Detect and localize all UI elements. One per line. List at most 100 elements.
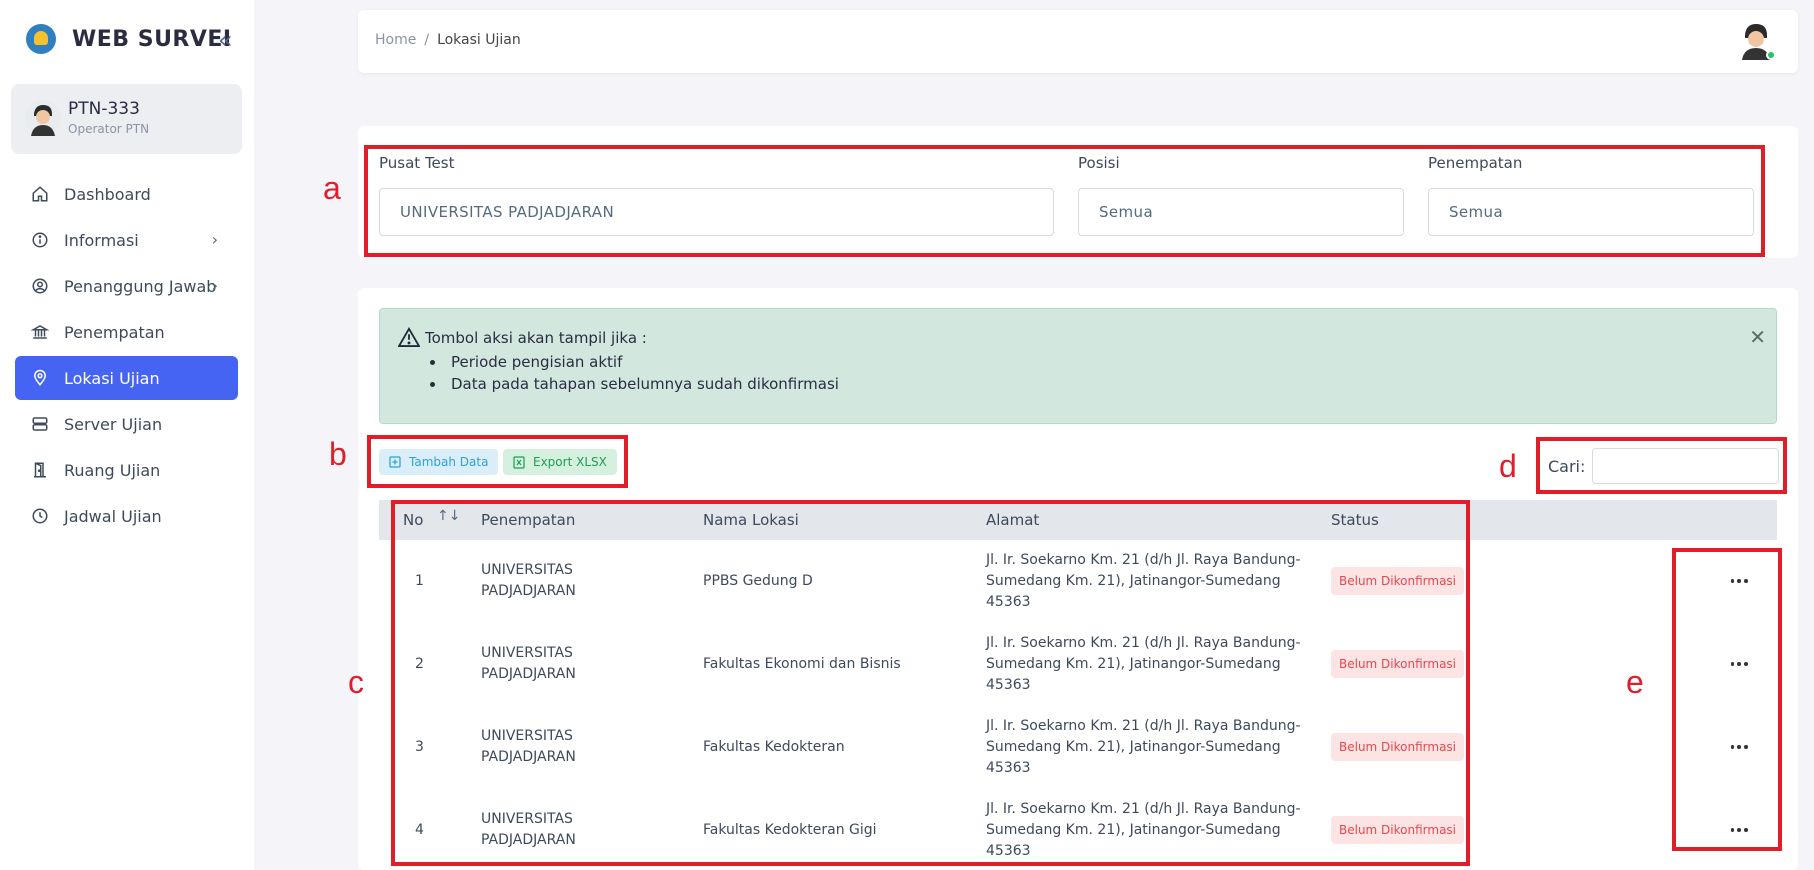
sidebar-item-label: Lokasi Ujian (64, 368, 160, 388)
status-badge: Belum Dikonfirmasi (1331, 816, 1465, 844)
user-name: PTN-333 (68, 99, 140, 119)
sidebar-item-lokasi-ujian[interactable]: Lokasi Ujian (15, 356, 238, 400)
sidebar-item-label: Informasi (64, 230, 139, 250)
online-status-dot (1766, 50, 1776, 60)
add-data-button[interactable]: Tambah Data (379, 449, 499, 475)
top-navbar: Home / Lokasi Ujian (358, 10, 1798, 73)
breadcrumb: Home / Lokasi Ujian (375, 32, 521, 48)
cell-nama-lokasi: Fakultas Kedokteran Gigi (703, 822, 877, 838)
list-item: Data pada tahapan sebelumnya sudah dikon… (430, 373, 839, 395)
sidebar-item-informasi[interactable]: Informasi › (15, 218, 238, 262)
table-row: 1 UNIVERSITAS PADJADJARAN PPBS Gedung D … (379, 540, 1777, 623)
cell-alamat-line: Jl. Ir. Soekarno Km. 21 (d/h Jl. Raya Ba… (986, 635, 1301, 651)
add-data-label: Tambah Data (409, 455, 489, 469)
home-icon (30, 184, 50, 204)
filter-pusat-test: Pusat Test UNIVERSITAS PADJADJARAN (379, 154, 1054, 236)
sidebar-item-label: Penanggung Jawab (64, 276, 217, 296)
double-chevron-left-icon[interactable]: « (218, 26, 233, 54)
breadcrumb-current: Lokasi Ujian (437, 32, 521, 48)
cell-penempatan-line: UNIVERSITAS (481, 562, 573, 578)
search-label: Cari: (1548, 456, 1586, 476)
more-actions-icon[interactable] (1729, 745, 1749, 749)
cell-penempatan-line: UNIVERSITAS (481, 811, 573, 827)
cell-alamat-line: 45363 (986, 843, 1031, 859)
cell-nama-lokasi: PPBS Gedung D (703, 573, 813, 589)
cell-no: 4 (415, 822, 424, 838)
filter-posisi: Posisi Semua (1078, 154, 1404, 236)
table-header: No ↑↓ Penempatan Nama Lokasi Alamat Stat… (379, 500, 1777, 540)
filter-label: Pusat Test (379, 154, 455, 172)
penempatan-select[interactable]: Semua (1428, 188, 1754, 236)
server-icon (30, 414, 50, 434)
sidebar-item-label: Jadwal Ujian (64, 506, 162, 526)
more-actions-icon[interactable] (1729, 662, 1749, 666)
status-badge: Belum Dikonfirmasi (1331, 567, 1465, 595)
breadcrumb-home[interactable]: Home (375, 32, 416, 48)
excel-icon (513, 455, 525, 469)
sidebar-item-penempatan[interactable]: Penempatan (15, 310, 238, 354)
column-header-nama-lokasi[interactable]: Nama Lokasi (703, 511, 799, 529)
column-header-alamat[interactable]: Alamat (986, 511, 1039, 529)
cell-penempatan-line: UNIVERSITAS (481, 728, 573, 744)
cell-penempatan-line: PADJADJARAN (481, 832, 576, 848)
sidebar-item-server-ujian[interactable]: Server Ujian (15, 402, 238, 446)
cell-penempatan-line: PADJADJARAN (481, 583, 576, 599)
cell-alamat-line: 45363 (986, 760, 1031, 776)
sidebar-item-label: Penempatan (64, 322, 165, 342)
column-header-penempatan[interactable]: Penempatan (481, 511, 575, 529)
filter-label: Penempatan (1428, 154, 1523, 172)
posisi-select[interactable]: Semua (1078, 188, 1404, 236)
status-badge: Belum Dikonfirmasi (1331, 733, 1465, 761)
map-pin-icon (30, 368, 50, 388)
column-header-no[interactable]: No (403, 511, 423, 529)
alert-title: Tombol aksi akan tampil jika : (425, 329, 647, 347)
sidebar-item-ruang-ujian[interactable]: Ruang Ujian (15, 448, 238, 492)
user-card[interactable]: PTN-333 Operator PTN (11, 84, 242, 154)
export-xlsx-button[interactable]: Export XLSX (503, 449, 617, 475)
cell-alamat-line: Jl. Ir. Soekarno Km. 21 (d/h Jl. Raya Ba… (986, 552, 1301, 568)
sidebar-item-penanggung-jawab[interactable]: Penanggung Jawab › (15, 264, 238, 308)
more-actions-icon[interactable] (1729, 579, 1749, 583)
cell-alamat-line: Sumedang Km. 21), Jatinangor-Sumedang (986, 656, 1281, 672)
column-header-status[interactable]: Status (1331, 511, 1379, 529)
clock-icon (30, 506, 50, 526)
filter-panel: Pusat Test UNIVERSITAS PADJADJARAN Posis… (358, 126, 1798, 258)
annotation-label-d: d (1499, 448, 1517, 484)
warning-icon (398, 327, 420, 347)
alert-list: Periode pengisian aktif Data pada tahapa… (430, 351, 839, 395)
brand[interactable]: WEB SURVEI (26, 24, 232, 54)
annotation-label-a: a (323, 170, 341, 206)
sidebar-item-dashboard[interactable]: Dashboard (15, 172, 238, 216)
cell-nama-lokasi: Fakultas Ekonomi dan Bisnis (703, 656, 901, 672)
sidebar-menu: Dashboard Informasi › Penanggung Jawab ›… (15, 172, 238, 540)
sort-icon[interactable]: ↑↓ (437, 508, 460, 524)
cell-penempatan-line: PADJADJARAN (481, 666, 576, 682)
cell-alamat-line: Jl. Ir. Soekarno Km. 21 (d/h Jl. Raya Ba… (986, 718, 1301, 734)
brand-title: WEB SURVEI (72, 26, 232, 52)
annotation-label-e: e (1626, 664, 1644, 700)
user-role: Operator PTN (68, 122, 150, 136)
avatar (25, 100, 61, 136)
plus-square-icon (389, 456, 401, 468)
user-circle-icon (30, 276, 50, 296)
cell-no: 1 (415, 573, 424, 589)
filter-label: Posisi (1078, 154, 1120, 172)
sidebar-item-jadwal-ujian[interactable]: Jadwal Ujian (15, 494, 238, 538)
pusat-test-select[interactable]: UNIVERSITAS PADJADJARAN (379, 188, 1054, 236)
search-input[interactable] (1592, 448, 1780, 484)
info-icon (30, 230, 50, 250)
table-row: 4 UNIVERSITAS PADJADJARAN Fakultas Kedok… (379, 789, 1777, 870)
more-actions-icon[interactable] (1729, 828, 1749, 832)
info-alert: Tombol aksi akan tampil jika : Periode p… (379, 308, 1777, 424)
bank-icon (30, 322, 50, 342)
cell-alamat-line: 45363 (986, 594, 1031, 610)
list-item: Periode pengisian aktif (430, 351, 839, 373)
cell-no: 2 (415, 656, 424, 672)
sidebar: WEB SURVEI « PTN-333 Operator PTN Dashbo… (0, 0, 254, 870)
annotation-label-c: c (348, 664, 364, 700)
cell-alamat-line: Sumedang Km. 21), Jatinangor-Sumedang (986, 822, 1281, 838)
close-icon[interactable]: ✕ (1749, 325, 1766, 349)
table-row: 3 UNIVERSITAS PADJADJARAN Fakultas Kedok… (379, 706, 1777, 789)
cell-alamat-line: Sumedang Km. 21), Jatinangor-Sumedang (986, 573, 1281, 589)
logo-icon (26, 24, 56, 54)
